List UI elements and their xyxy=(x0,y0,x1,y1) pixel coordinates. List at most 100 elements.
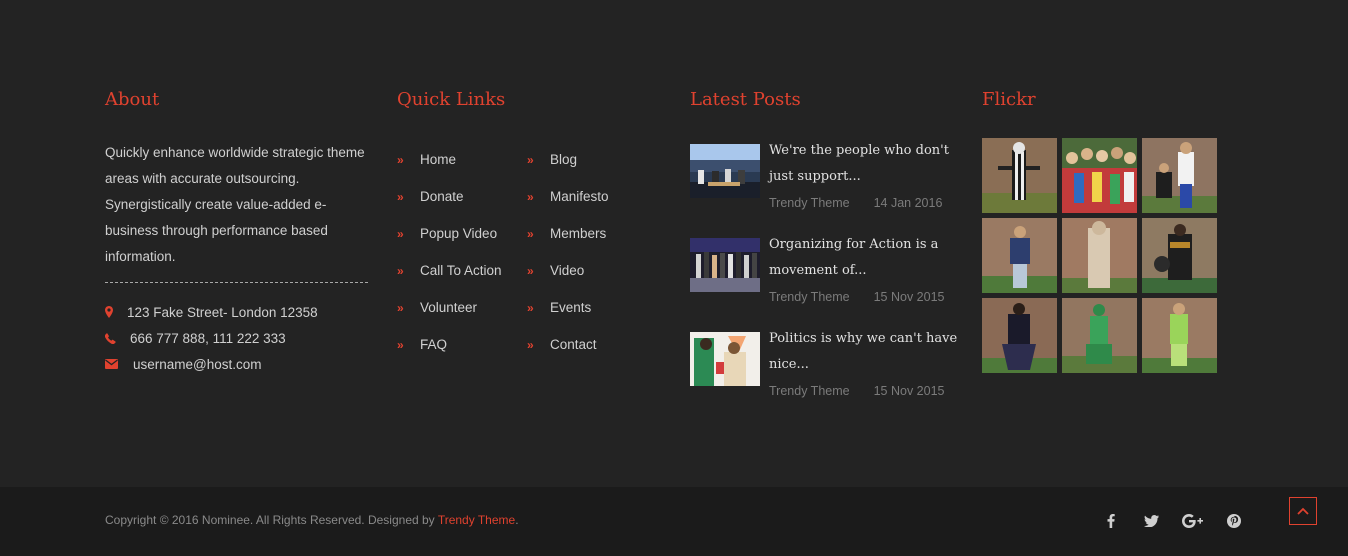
post-date: 15 Nov 2015 xyxy=(873,384,945,398)
flickr-photo[interactable] xyxy=(1142,218,1217,293)
double-chevron-right-icon: » xyxy=(397,337,404,352)
quick-link[interactable]: » Contact xyxy=(527,326,657,363)
quick-link-label[interactable]: Home xyxy=(420,152,456,167)
post-item[interactable]: We're the people who don't just support.… xyxy=(690,138,959,216)
copyright-period: . xyxy=(515,513,519,527)
post-author[interactable]: Trendy Theme xyxy=(769,196,850,210)
post-author[interactable]: Trendy Theme xyxy=(769,384,850,398)
double-chevron-right-icon: » xyxy=(527,300,534,315)
flickr-photo[interactable] xyxy=(1062,138,1137,213)
post-date: 15 Nov 2015 xyxy=(873,290,945,304)
post-thumbnail[interactable] xyxy=(690,144,760,198)
post-title-line[interactable]: just support... xyxy=(769,164,959,190)
copyright: Copyright © 2016 Nominee. All Rights Res… xyxy=(105,513,519,527)
quick-link-label[interactable]: Contact xyxy=(550,337,597,352)
quick-link-label[interactable]: Donate xyxy=(420,189,464,204)
quick-link-label[interactable]: Events xyxy=(550,300,591,315)
facebook-icon[interactable] xyxy=(1090,511,1131,531)
flickr-photo[interactable] xyxy=(1142,138,1217,213)
quick-link-label[interactable]: Blog xyxy=(550,152,577,167)
flickr-photo[interactable] xyxy=(1062,298,1137,373)
flickr-photo[interactable] xyxy=(982,138,1057,213)
flickr-title: Flickr xyxy=(982,89,1036,110)
quick-link-label[interactable]: Manifesto xyxy=(550,189,609,204)
double-chevron-right-icon: » xyxy=(527,263,534,278)
scroll-to-top-button[interactable] xyxy=(1289,497,1317,525)
post-title-line[interactable]: Politics is why we can't have xyxy=(769,326,959,352)
double-chevron-right-icon: » xyxy=(527,152,534,167)
google-plus-icon[interactable] xyxy=(1172,511,1213,531)
quick-link[interactable]: » Blog xyxy=(527,141,657,178)
quick-link-label[interactable]: Popup Video xyxy=(420,226,497,241)
quick-link[interactable]: » Call To Action xyxy=(397,252,527,289)
quick-link[interactable]: » Donate xyxy=(397,178,527,215)
post-date: 14 Jan 2016 xyxy=(873,196,943,210)
post-author[interactable]: Trendy Theme xyxy=(769,290,850,304)
quick-links-grid: » Home » Donate » Popup Video » Call To Acti… xyxy=(397,141,657,363)
flickr-photo[interactable] xyxy=(1142,298,1217,373)
quick-links-title: Quick Links xyxy=(397,89,506,110)
post-title-line[interactable]: movement of... xyxy=(769,258,959,284)
envelope-icon xyxy=(105,359,133,369)
post-title[interactable]: Organizing for Action is a movement of..… xyxy=(769,232,959,284)
flickr-photo[interactable] xyxy=(1062,218,1137,293)
map-marker-icon xyxy=(105,306,127,318)
twitter-icon[interactable] xyxy=(1131,511,1172,531)
quick-link-label[interactable]: Call To Action xyxy=(420,263,502,278)
quick-links-widget: Quick Links » Home » Donate » Popup Video »… xyxy=(397,88,657,363)
quick-link-label[interactable]: Video xyxy=(550,263,584,278)
phone-icon xyxy=(105,332,130,344)
quick-link[interactable]: » Manifesto xyxy=(527,178,657,215)
chevron-up-icon xyxy=(1297,502,1309,520)
post-title-line[interactable]: nice... xyxy=(769,352,959,378)
designer-link[interactable]: Trendy Theme xyxy=(438,513,515,527)
quick-links-left: » Home » Donate » Popup Video » Call To Acti… xyxy=(397,141,527,363)
flickr-photo[interactable] xyxy=(982,218,1057,293)
flickr-grid xyxy=(982,138,1222,373)
post-item[interactable]: Organizing for Action is a movement of..… xyxy=(690,232,959,310)
post-title-line[interactable]: We're the people who don't xyxy=(769,138,959,164)
quick-link-label[interactable]: FAQ xyxy=(420,337,447,352)
post-title[interactable]: Politics is why we can't have nice... xyxy=(769,326,959,378)
double-chevron-right-icon: » xyxy=(397,300,404,315)
social-links xyxy=(1090,511,1254,531)
post-body: We're the people who don't just support.… xyxy=(769,138,959,216)
latest-posts-title: Latest Posts xyxy=(690,89,801,110)
address-text: 123 Fake Street- London 12358 xyxy=(127,304,318,320)
email-row: username@host.com xyxy=(105,351,370,377)
post-title[interactable]: We're the people who don't just support.… xyxy=(769,138,959,190)
quick-link-label[interactable]: Members xyxy=(550,226,606,241)
footer-bottom-bar: Copyright © 2016 Nominee. All Rights Res… xyxy=(0,487,1348,556)
flickr-photo[interactable] xyxy=(982,298,1057,373)
post-meta: Trendy Theme 15 Nov 2015 xyxy=(769,284,959,310)
copyright-text: Copyright © 2016 Nominee. All Rights Res… xyxy=(105,513,435,527)
post-thumbnail[interactable] xyxy=(690,332,760,386)
double-chevron-right-icon: » xyxy=(397,263,404,278)
about-title: About xyxy=(105,89,160,110)
address-row: 123 Fake Street- London 12358 xyxy=(105,299,370,325)
post-thumbnail[interactable] xyxy=(690,238,760,292)
post-title-line[interactable]: Organizing for Action is a xyxy=(769,232,959,258)
quick-link[interactable]: » FAQ xyxy=(397,326,527,363)
quick-links-right: » Blog » Manifesto » Members » Video » Events… xyxy=(527,141,657,363)
phone-text: 666 777 888, 111 222 333 xyxy=(130,330,286,346)
post-meta: Trendy Theme 15 Nov 2015 xyxy=(769,378,959,404)
phone-row: 666 777 888, 111 222 333 xyxy=(105,325,370,351)
quick-link-label[interactable]: Volunteer xyxy=(420,300,477,315)
quick-link[interactable]: » Home xyxy=(397,141,527,178)
pinterest-icon[interactable] xyxy=(1213,511,1254,531)
post-body: Organizing for Action is a movement of..… xyxy=(769,232,959,310)
email-link[interactable]: username@host.com xyxy=(133,357,262,372)
quick-link[interactable]: » Members xyxy=(527,215,657,252)
about-text: Quickly enhance worldwide strategic them… xyxy=(105,145,365,264)
double-chevron-right-icon: » xyxy=(397,152,404,167)
quick-link[interactable]: » Video xyxy=(527,252,657,289)
double-chevron-right-icon: » xyxy=(397,226,404,241)
quick-link[interactable]: » Events xyxy=(527,289,657,326)
quick-link[interactable]: » Popup Video xyxy=(397,215,527,252)
post-item[interactable]: Politics is why we can't have nice... Tr… xyxy=(690,326,959,404)
divider xyxy=(105,282,368,283)
quick-link[interactable]: » Volunteer xyxy=(397,289,527,326)
latest-posts-widget: Latest Posts We're the people who don't … xyxy=(690,88,960,408)
about-widget: About Quickly enhance worldwide strategi… xyxy=(105,88,370,377)
